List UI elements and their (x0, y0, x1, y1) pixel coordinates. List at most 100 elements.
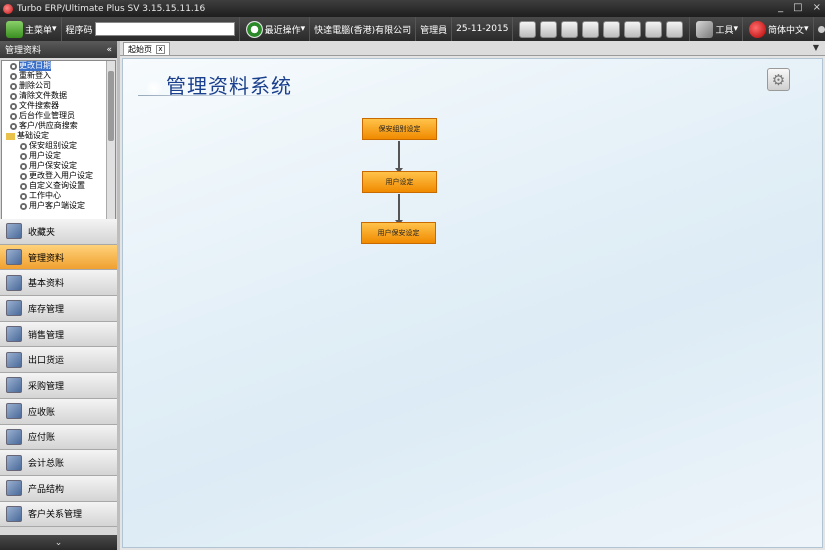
tree-item[interactable]: 保安组别设定 (2, 141, 115, 151)
style-menu-button[interactable]: 样式 (814, 17, 825, 41)
module-label: 收藏夹 (28, 227, 56, 238)
function-icon (20, 142, 27, 150)
minimize-button[interactable]: _ (778, 2, 783, 13)
report-icon[interactable] (603, 20, 621, 38)
monitor-icon[interactable] (645, 20, 663, 38)
module-button[interactable]: 管理资料 (0, 244, 117, 271)
tree-item[interactable]: 用户保安设定 (2, 161, 115, 171)
module-icon (6, 403, 22, 420)
style-icon (817, 25, 825, 33)
title-bar: Turbo ERP/Ultimate Plus SV 3.15.15.11.16… (0, 0, 825, 17)
company-name: 快達電腦(香港)有限公司 (310, 17, 417, 41)
module-icon (6, 377, 22, 394)
module-button[interactable]: 采购管理 (0, 373, 117, 399)
tree-item-label: 自定义查询设置 (29, 181, 85, 190)
function-icon (10, 92, 17, 100)
flow-user-setup-button[interactable]: 用户设定 (362, 171, 437, 193)
module-label: 应付账 (28, 433, 56, 444)
module-icon (6, 480, 22, 497)
module-button[interactable]: 客户关系管理 (0, 501, 117, 528)
tab-strip: 起始页 x ▼ (120, 41, 825, 56)
list-icon[interactable] (561, 20, 579, 38)
collapse-panel-button[interactable]: « (106, 45, 112, 55)
module-label: 销售管理 (28, 330, 65, 341)
module-label: 采购管理 (28, 381, 65, 392)
tab-menu-button[interactable]: ▼ (813, 43, 819, 52)
page-title: 管理资料系统 (166, 74, 292, 98)
navigation-panel: 管理资料 « 更改日期 重新登入 删除公司 清除文件数据 文件搜索器 后台作业管理员 客户/… (0, 41, 117, 550)
tab-label: 起始页 (128, 44, 152, 54)
module-button[interactable]: 产品结构 (0, 475, 117, 502)
tree-item[interactable]: 基础设定 (2, 131, 115, 141)
tree-item[interactable]: 文件搜索器 (2, 101, 115, 111)
module-label: 会计总账 (28, 459, 65, 470)
module-button[interactable]: 收藏夹 (0, 219, 117, 245)
tree-item[interactable]: 后台作业管理员 (2, 111, 115, 121)
search-icon[interactable] (519, 20, 537, 38)
hierarchy-icon[interactable] (582, 20, 600, 38)
tree-item-label: 用户客户端设定 (29, 201, 85, 210)
nav-panel-header: 管理资料 « (0, 41, 117, 58)
function-icon (20, 182, 27, 190)
tree-item[interactable]: 用户设定 (2, 151, 115, 161)
module-label: 客户关系管理 (28, 510, 83, 521)
quick-icons (513, 17, 691, 41)
function-icon (20, 192, 27, 200)
module-icon (6, 274, 22, 291)
refresh-icon[interactable] (624, 20, 642, 38)
tree-item-label: 更改登入用户设定 (29, 171, 93, 180)
function-icon (20, 202, 27, 210)
tab-close-button[interactable]: x (156, 44, 165, 54)
module-button[interactable]: 会计总账 (0, 450, 117, 476)
tab-home[interactable]: 起始页 x (123, 42, 170, 55)
tree-item[interactable]: 工作中心 (2, 191, 115, 201)
tree-item[interactable]: 自定义查询设置 (2, 181, 115, 191)
module-icon (6, 300, 22, 317)
function-icon (10, 122, 17, 130)
scrollbar-thumb[interactable] (108, 71, 114, 141)
window-controls: _ □ × (778, 2, 821, 13)
window-title: Turbo ERP/Ultimate Plus SV 3.15.15.11.16 (17, 3, 206, 14)
close-button[interactable]: × (813, 2, 821, 13)
flow-user-security-button[interactable]: 用户保安设定 (361, 222, 436, 244)
tree-scrollbar[interactable] (106, 61, 115, 229)
module-button[interactable]: 基本资料 (0, 270, 117, 297)
module-button[interactable]: 出口货运 (0, 347, 117, 374)
tree-item[interactable]: 删除公司 (2, 81, 115, 91)
gear-icon: ⚙ (771, 70, 786, 89)
clock-icon (245, 20, 263, 38)
module-button[interactable]: 应付账 (0, 424, 117, 451)
module-button[interactable]: 销售管理 (0, 321, 117, 348)
function-icon (10, 112, 17, 120)
module-button[interactable]: 库存管理 (0, 296, 117, 322)
tree-item[interactable]: 更改登入用户设定 (2, 171, 115, 181)
app-icon (3, 3, 13, 14)
home-icon[interactable] (540, 20, 558, 38)
main-menu-button[interactable]: 主菜单 ▾ (0, 17, 62, 41)
tree-item-label: 后台作业管理员 (19, 111, 75, 120)
function-tree: 更改日期 重新登入 删除公司 清除文件数据 文件搜索器 后台作业管理员 客户/供应商搜索 基础… (1, 60, 116, 230)
tree-item[interactable]: 用户客户端设定 (2, 201, 115, 211)
flow-arrow (395, 194, 403, 225)
main-area: 起始页 x ▼ 管理资料系统 ⚙ 保安组别设定 用户设定 用户保安设定 (120, 41, 825, 550)
recent-actions-button[interactable]: 最近操作 ▾ (240, 17, 311, 41)
module-button[interactable]: 应收账 (0, 398, 117, 425)
function-icon (10, 72, 17, 80)
tree-item[interactable]: 清除文件数据 (2, 91, 115, 101)
content-canvas: 管理资料系统 ⚙ 保安组别设定 用户设定 用户保安设定 (122, 58, 823, 548)
program-code-input[interactable] (94, 22, 235, 36)
tree-item[interactable]: 更改日期 (2, 61, 115, 71)
tree-item[interactable]: 重新登入 (2, 71, 115, 81)
settings-button[interactable]: ⚙ (767, 68, 790, 91)
language-menu-button[interactable]: 简体中文 ▾ (743, 17, 814, 41)
tree-item[interactable]: 客户/供应商搜索 (2, 121, 115, 131)
maximize-button[interactable]: □ (793, 2, 802, 13)
function-icon (20, 162, 27, 170)
nav-panel-footer[interactable]: ⌄ (0, 535, 117, 550)
tree-item-label: 重新登入 (19, 71, 51, 80)
flow-security-group-button[interactable]: 保安组别设定 (362, 118, 437, 140)
timer-icon[interactable] (666, 20, 684, 38)
module-icon (6, 505, 22, 522)
tools-menu-button[interactable]: 工具 ▾ (690, 17, 744, 41)
program-code-group: 程序码 (62, 17, 240, 41)
